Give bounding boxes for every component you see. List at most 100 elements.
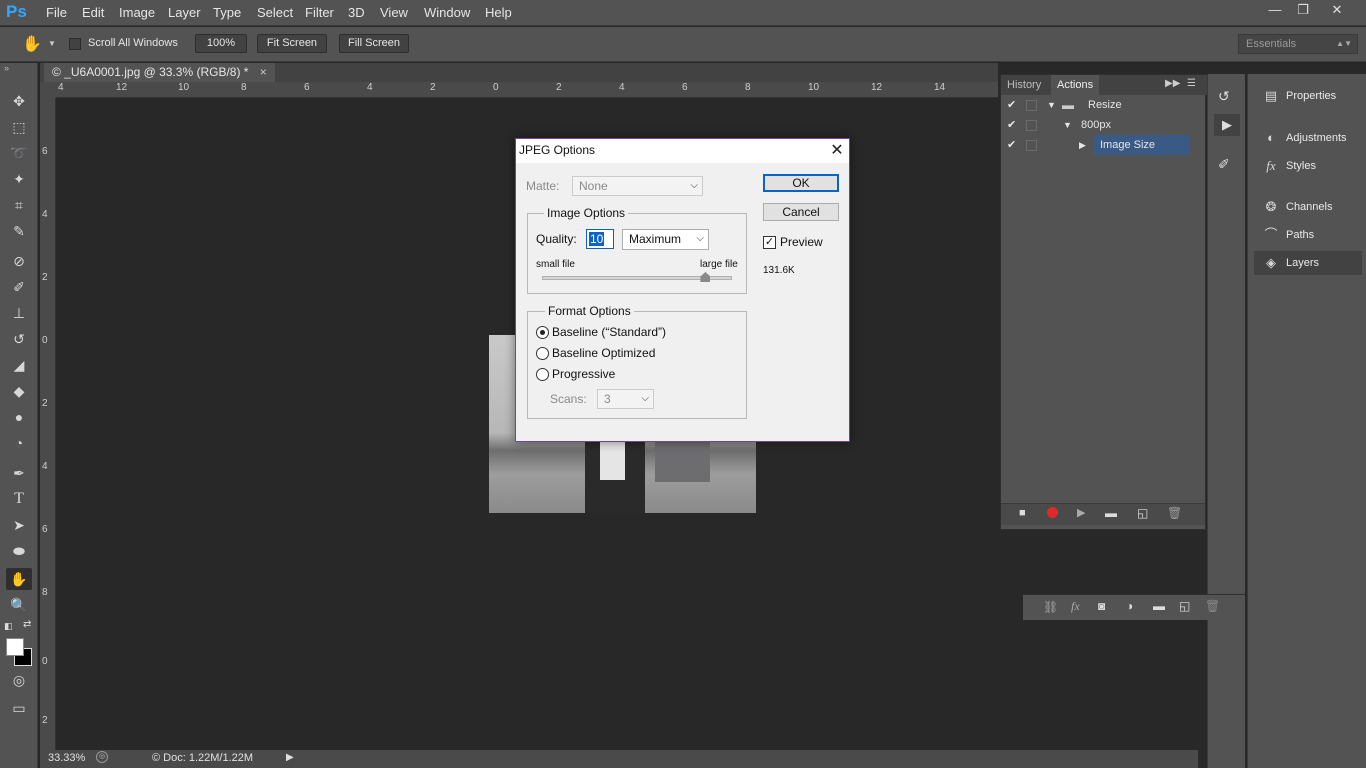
minimize-button[interactable]: — [1262,1,1288,19]
fill-screen-button[interactable]: Fill Screen [339,34,409,53]
dialog-toggle-box[interactable] [1026,120,1037,131]
brush-tool-icon[interactable]: ✐ [6,276,32,298]
tab-actions[interactable]: Actions [1051,75,1100,95]
collapse-toolbar-icon[interactable]: » [4,63,9,73]
quality-preset-select[interactable]: Maximum ⌵ [622,229,709,250]
type-tool-icon[interactable]: T [6,488,32,510]
history-brush-tool-icon[interactable]: ↺ [6,328,32,350]
ok-button[interactable]: OK [763,174,839,192]
play-icon[interactable]: ▶ [1077,506,1085,519]
tab-history[interactable]: History [1001,75,1047,95]
expand-triangle-icon[interactable]: ▼ [1063,115,1072,135]
menu-help[interactable]: Help [485,5,512,20]
healing-brush-tool-icon[interactable]: ⊘ [6,250,32,272]
brush-presets-icon[interactable]: ✐ [1218,156,1230,173]
blur-tool-icon[interactable]: ● [6,406,32,428]
adjustments-panel-button[interactable]: ◐ Adjustments [1254,126,1362,150]
scans-select[interactable]: 3 ⌵ [597,389,654,409]
checkmark-icon[interactable]: ✔ [1007,115,1016,135]
panel-expand-icon[interactable]: ▶▶ [1165,78,1180,89]
zoom-100-button[interactable]: 100% [195,34,247,53]
menu-edit[interactable]: Edit [82,5,104,20]
dialog-toggle-box[interactable] [1026,140,1037,151]
swap-colors-icon[interactable]: ⇄ [23,619,31,630]
close-document-icon[interactable]: × [260,65,267,79]
layer-mask-icon[interactable]: ◙ [1098,599,1105,613]
status-menu-arrow-icon[interactable]: ▶ [286,752,294,763]
delete-layer-icon[interactable]: 🗑 [1205,599,1220,613]
menu-view[interactable]: View [380,5,408,20]
crop-tool-icon[interactable]: ⌗ [6,194,32,216]
menu-layer[interactable]: Layer [168,5,201,20]
fit-screen-button[interactable]: Fit Screen [257,34,327,53]
checkmark-icon[interactable]: ✔ [1007,95,1016,115]
hand-tool-icon[interactable]: ✋ [22,34,42,54]
collapse-triangle-icon[interactable]: ▶ [1079,135,1086,155]
action-step-row[interactable]: ✔ ▶ Image Size [1001,135,1191,155]
actions-panel-icon[interactable]: ▶ [1214,114,1240,136]
menu-image[interactable]: Image [119,5,155,20]
restore-button[interactable]: ❐ [1290,1,1316,19]
eraser-tool-icon[interactable]: ◢ [6,354,32,376]
lasso-tool-icon[interactable]: ➰ [6,142,32,164]
eyedropper-tool-icon[interactable]: ✎ [6,220,32,242]
menu-3d[interactable]: 3D [348,5,365,20]
tool-preset-chevron-icon[interactable]: ▼ [48,39,56,48]
properties-panel-button[interactable]: ▤ Properties [1254,84,1362,108]
radio-progressive[interactable] [536,368,549,381]
action-row[interactable]: ✔ ▼ 800px [1001,115,1191,135]
share-icon[interactable]: ◎ [96,751,108,763]
menu-window[interactable]: Window [424,5,470,20]
menu-type[interactable]: Type [213,5,241,20]
document-tab[interactable]: © _U6A0001.jpg @ 33.3% (RGB/8) * × [44,63,275,82]
marquee-tool-icon[interactable]: ⬚ [6,116,32,138]
quality-input[interactable]: 10 [586,229,614,249]
layer-style-icon[interactable]: fx [1071,599,1080,614]
zoom-tool-icon[interactable]: 🔍 [6,594,32,616]
menu-file[interactable]: File [46,5,67,20]
quick-mask-icon[interactable]: ◎ [6,669,32,691]
dialog-titlebar[interactable]: JPEG Options ✕ [516,139,849,163]
action-set-row[interactable]: ✔ ▼ ▬ Resize [1001,95,1191,115]
new-group-icon[interactable]: ▬ [1153,599,1165,613]
magic-wand-tool-icon[interactable]: ✦ [6,168,32,190]
panel-menu-icon[interactable]: ☰ [1187,78,1196,89]
history-panel-icon[interactable]: ↺ [1218,88,1230,105]
screen-mode-icon[interactable]: ▭ [6,697,32,719]
pen-tool-icon[interactable]: ✒ [6,462,32,484]
radio-baseline-optimized[interactable] [536,347,549,360]
radio-baseline[interactable] [536,326,549,339]
clone-stamp-tool-icon[interactable]: ⊥ [6,302,32,324]
cancel-button[interactable]: Cancel [763,203,839,221]
ellipse-tool-icon[interactable]: ⬬ [6,540,32,562]
dialog-toggle-box[interactable] [1026,100,1037,111]
styles-panel-button[interactable]: fx Styles [1254,154,1362,178]
hand-tool-button-icon[interactable]: ✋ [6,568,32,590]
record-icon[interactable] [1047,507,1058,518]
scroll-all-windows-checkbox[interactable] [69,38,81,50]
paths-panel-button[interactable]: ⌒ Paths [1254,223,1362,247]
preview-checkbox[interactable]: ✓ [763,236,776,249]
checkmark-icon[interactable]: ✔ [1007,135,1016,155]
stop-icon[interactable]: ■ [1019,507,1026,519]
path-selection-tool-icon[interactable]: ➤ [6,514,32,536]
expand-triangle-icon[interactable]: ▼ [1047,95,1056,115]
move-tool-icon[interactable]: ✥ [6,90,32,112]
new-action-icon[interactable]: ◱ [1137,506,1148,520]
workspace-select[interactable]: Essentials ▲▼ [1238,34,1358,54]
adjustment-layer-icon[interactable]: ◑ [1126,599,1133,613]
new-layer-icon[interactable]: ◱ [1179,599,1190,613]
menu-filter[interactable]: Filter [305,5,334,20]
layers-panel-button[interactable]: ◈ Layers [1254,251,1362,275]
matte-select[interactable]: None ⌵ [572,176,703,196]
foreground-color-swatch[interactable] [6,638,24,656]
ruler-origin[interactable] [40,82,56,98]
close-icon[interactable]: ✕ [826,140,848,162]
zoom-level[interactable]: 33.33% [48,752,85,764]
paint-bucket-tool-icon[interactable]: ◆ [6,380,32,402]
new-set-folder-icon[interactable]: ▬ [1105,506,1117,520]
close-window-button[interactable]: ✕ [1324,1,1350,19]
default-colors-icon[interactable]: ◧ [4,621,13,632]
link-layers-icon[interactable]: ⛓ [1043,600,1058,614]
menu-select[interactable]: Select [257,5,293,20]
